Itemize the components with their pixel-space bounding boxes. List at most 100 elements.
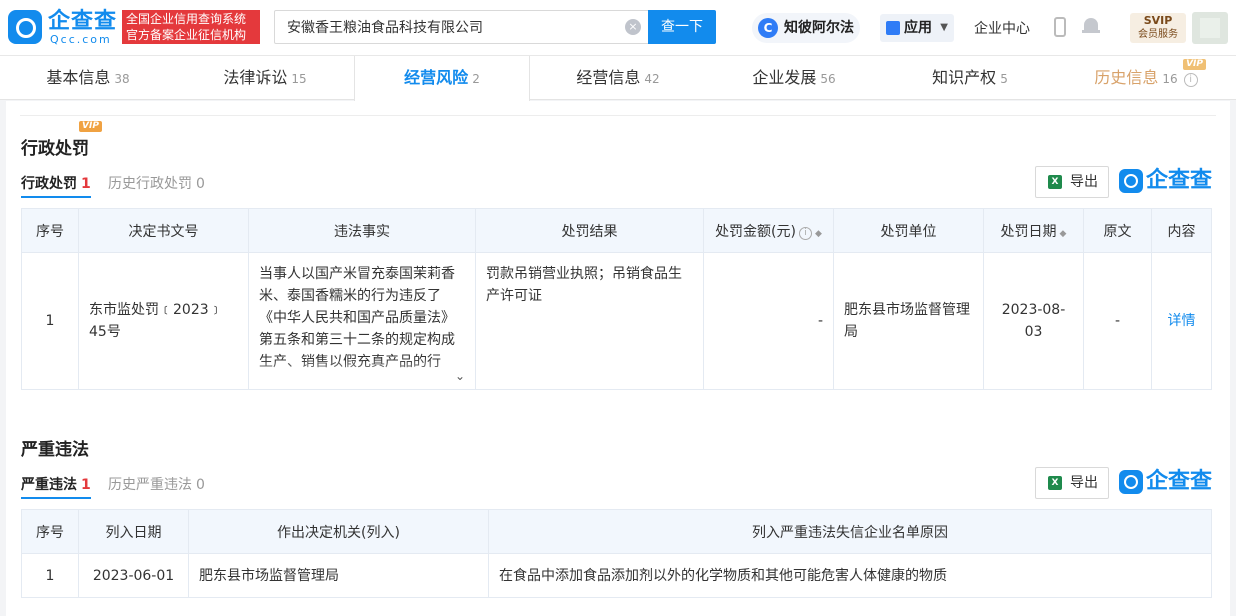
tab-operating-risk[interactable]: 经营风险 2 — [354, 56, 530, 101]
doc-number: 东市监处罚﹝2023﹞45号 — [78, 252, 249, 390]
sort-icon[interactable]: ◆ — [1060, 229, 1067, 239]
tab-count: 38 — [114, 72, 130, 86]
violation-facts: 当事人以国产米冒充泰国茉莉香米、泰国香糯米的行为违反了《中华人民共和国产品质量法… — [259, 266, 455, 370]
column-header: 违法事实 — [248, 208, 476, 253]
qcc-logo-icon — [1119, 470, 1143, 494]
badge-line-2: 官方备案企业征信机构 — [126, 28, 247, 42]
phone-icon[interactable] — [1054, 17, 1066, 37]
row-index: 1 — [21, 252, 79, 390]
tab-count: 42 — [644, 72, 660, 86]
brand-text: 企查查 — [1146, 168, 1213, 193]
subtab-label: 行政处罚 — [21, 176, 77, 192]
clear-icon[interactable]: × — [625, 19, 641, 35]
zhibi-label: 知彼阿尔法 — [784, 20, 854, 36]
column-header: 原文 — [1083, 208, 1152, 253]
subtab-history-serious-violation[interactable]: 历史严重违法 0 — [108, 475, 205, 499]
column-header-label: 处罚金额(元) — [715, 223, 796, 240]
tab-label: 经营信息 — [576, 68, 641, 87]
column-header: 作出决定机关(列入) — [188, 509, 489, 554]
top-bar: 企查查 Qcc.com 全国企业信用查询系统 官方备案企业征信机构 × 查一下 … — [0, 0, 1236, 56]
svip-label: SVIP — [1143, 14, 1173, 27]
subtab-label: 历史严重违法 — [108, 477, 192, 493]
tab-count: 5 — [1000, 72, 1008, 86]
excel-icon: X — [1048, 476, 1062, 490]
main-tabs: 基本信息 38 法律诉讼 15 经营风险 2 经营信息 42 企业发展 56 知识产权 5 … — [0, 56, 1236, 101]
excel-icon: X — [1048, 175, 1062, 189]
avatar[interactable] — [1192, 12, 1228, 44]
brand-text: 企查查 — [1146, 469, 1213, 494]
penalty-date: 2023-08-03 — [983, 252, 1084, 390]
column-header: 序号 — [21, 509, 79, 554]
admin-penalty-table: 序号 决定书文号 违法事实 处罚结果 处罚金额(元) i ◆ 处罚单位 处罚日期 ◆ … — [21, 208, 1212, 390]
expand-icon[interactable]: ⌄ — [455, 365, 465, 387]
export-button[interactable]: X 导出 — [1035, 467, 1109, 499]
tab-count: 2 — [472, 72, 480, 86]
subtab-count: 0 — [196, 176, 205, 192]
column-header: 序号 — [21, 208, 79, 253]
serious-violation-table: 序号 列入日期 作出决定机关(列入) 列入严重违法失信企业名单原因 1 2023… — [21, 509, 1212, 598]
tab-label: 企业发展 — [752, 68, 817, 87]
table-row: 1 东市监处罚﹝2023﹞45号 当事人以国产米冒充泰国茉莉香米、泰国香糯米的行… — [21, 252, 1212, 390]
subtab-admin-penalty[interactable]: 行政处罚 1 — [21, 174, 91, 198]
svip-button[interactable]: SVIP 会员服务 — [1130, 13, 1186, 43]
column-header: 处罚结果 — [475, 208, 704, 253]
section-title-serious-violation: 严重违法 — [21, 440, 89, 460]
column-header: 内容 — [1151, 208, 1212, 253]
tab-basic-info[interactable]: 基本信息 38 — [0, 56, 176, 100]
tab-label: 法律诉讼 — [223, 68, 288, 87]
column-header-amount[interactable]: 处罚金额(元) i ◆ — [703, 208, 834, 253]
column-header: 处罚单位 — [833, 208, 984, 253]
enterprise-center-link[interactable]: 企业中心 — [974, 18, 1030, 38]
penalty-unit: 肥东县市场监督管理局 — [833, 252, 984, 390]
penalty-result: 罚款吊销营业执照；吊销食品生产许可证 — [475, 252, 704, 390]
column-header-date[interactable]: 处罚日期 ◆ — [983, 208, 1084, 253]
chevron-down-icon: ▼ — [940, 22, 948, 33]
svip-sub-label: 会员服务 — [1138, 29, 1178, 40]
zhibi-icon: C — [758, 18, 778, 38]
tab-ip[interactable]: 知识产权 5 — [882, 56, 1058, 100]
qcc-logo-icon — [8, 10, 42, 44]
tab-development[interactable]: 企业发展 56 — [706, 56, 882, 100]
column-header-label: 处罚日期 — [1000, 223, 1057, 240]
qcc-watermark: 企查查 — [1119, 168, 1213, 196]
subtab-serious-violation[interactable]: 严重违法 1 — [21, 475, 91, 499]
search-input[interactable] — [275, 11, 625, 43]
tab-operating-info[interactable]: 经营信息 42 — [530, 56, 706, 100]
apps-label: 应用 — [904, 20, 932, 36]
tab-history[interactable]: 历史信息 16 i VIP — [1058, 56, 1234, 100]
column-header: 决定书文号 — [78, 208, 249, 253]
penalty-amount: - — [703, 252, 834, 390]
search-box: × 查一下 — [274, 10, 716, 44]
table-header-row: 序号 列入日期 作出决定机关(列入) 列入严重违法失信企业名单原因 — [21, 509, 1212, 554]
qcc-watermark: 企查查 — [1119, 469, 1213, 497]
bell-icon[interactable] — [1082, 16, 1100, 36]
listing-reason: 在食品中添加食品添加剂以外的化学物质和其他可能危害人体健康的物质 — [488, 553, 1212, 598]
info-icon[interactable]: i — [799, 226, 812, 240]
vip-badge: VIP — [1183, 59, 1206, 70]
apps-dropdown[interactable]: 应用 ▼ — [880, 14, 954, 42]
tab-label: 历史信息 — [1094, 68, 1159, 87]
subtab-count: 1 — [81, 176, 91, 192]
listing-date: 2023-06-01 — [78, 553, 189, 598]
table-row: 1 2023-06-01 肥东县市场监督管理局 在食品中添加食品添加剂以外的化学… — [21, 553, 1212, 598]
qcc-logo-icon — [1119, 169, 1143, 193]
tab-label: 知识产权 — [932, 68, 997, 87]
divider — [20, 115, 1216, 116]
sort-icon[interactable]: ◆ — [815, 229, 822, 239]
decision-authority: 肥东县市场监督管理局 — [188, 553, 489, 598]
tab-legal[interactable]: 法律诉讼 15 — [176, 56, 354, 100]
info-icon[interactable]: i — [1183, 73, 1198, 87]
tab-count: 16 — [1162, 72, 1178, 86]
subtab-label: 严重违法 — [21, 477, 77, 493]
content-panel: 行政处罚 VIP 行政处罚 1 历史行政处罚 0 X 导出 企查查 序号 决定书文号 … — [6, 101, 1230, 616]
subtab-history-admin-penalty[interactable]: 历史行政处罚 0 — [108, 174, 205, 198]
zhibi-alpha-button[interactable]: C 知彼阿尔法 — [752, 13, 860, 43]
search-button[interactable]: 查一下 — [648, 10, 716, 44]
tab-count: 15 — [291, 72, 307, 86]
badge-line-1: 全国企业信用查询系统 — [126, 12, 247, 26]
vip-badge: VIP — [79, 121, 102, 132]
section-title-admin-penalty: 行政处罚 — [21, 139, 89, 159]
qcc-logo[interactable]: 企查查 Qcc.com — [8, 10, 118, 46]
details-link[interactable]: 详情 — [1151, 252, 1212, 390]
export-button[interactable]: X 导出 — [1035, 166, 1109, 198]
